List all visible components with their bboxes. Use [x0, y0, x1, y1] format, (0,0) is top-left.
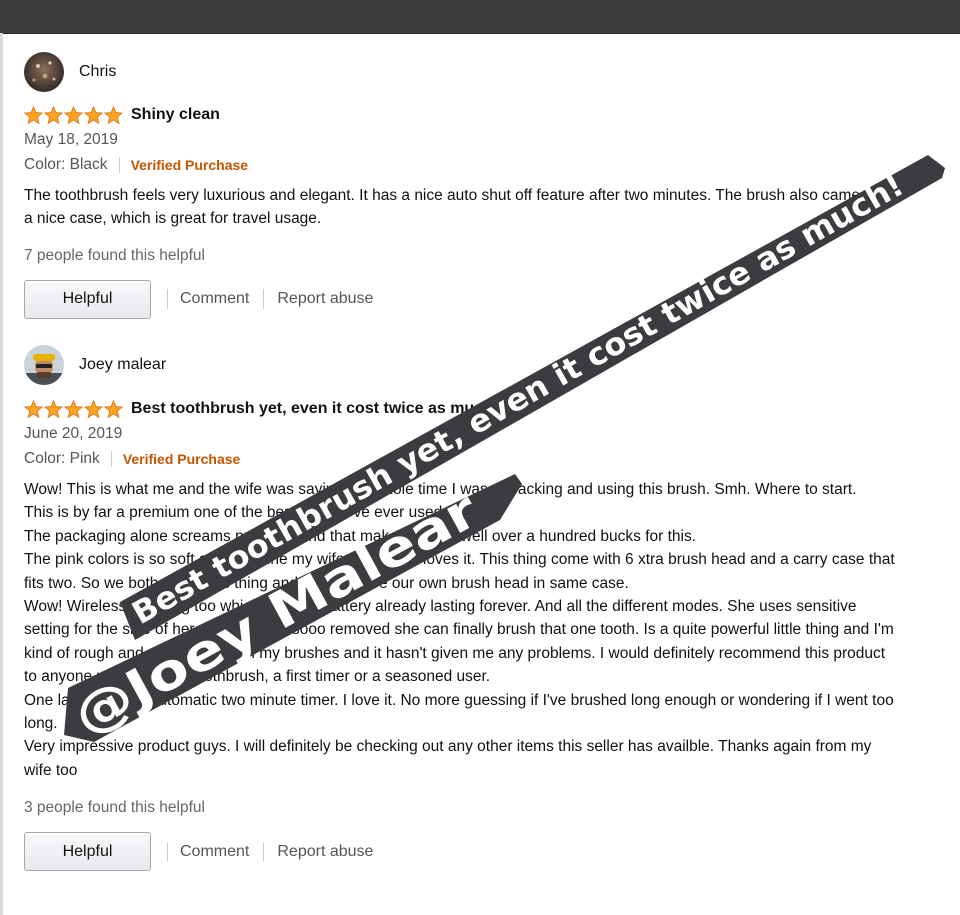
review-paragraph: Very impressive product guys. I will def…	[24, 738, 872, 779]
star-icon	[44, 105, 63, 124]
review-card: Chris Shiny clean May 18, 2019 Color: Bl…	[24, 52, 924, 319]
avatar-photo-icon[interactable]	[24, 52, 64, 92]
verified-purchase-badge: Verified Purchase	[122, 451, 241, 467]
star-icon	[64, 105, 83, 124]
review-date: June 20, 2019	[24, 425, 123, 442]
helpful-button[interactable]: Helpful	[24, 279, 151, 319]
verified-purchase-badge: Verified Purchase	[130, 157, 249, 173]
review-body: The toothbrush feels very luxurious and …	[24, 184, 899, 231]
review-paragraph: The packaging alone screams premium and …	[24, 527, 697, 545]
report-abuse-link[interactable]: Report abuse	[277, 843, 373, 861]
reviewer-name[interactable]: Joey malear	[79, 356, 166, 374]
divider	[118, 157, 120, 173]
review-paragraph: Wow! This is what me and the wife was sa…	[24, 481, 857, 498]
review-paragraph: Wow! Wireless charging too which I love …	[24, 598, 894, 686]
divider	[167, 289, 168, 310]
divider	[263, 841, 265, 862]
helpful-button[interactable]: Helpful	[24, 832, 151, 872]
star-icon	[64, 399, 83, 418]
star-rating[interactable]	[24, 399, 123, 419]
review-paragraph: This is by far a premium one of the best…	[24, 504, 447, 522]
star-icon	[24, 399, 43, 418]
star-icon	[84, 399, 103, 418]
review-date: May 18, 2019	[24, 131, 118, 148]
review-body: Wow! This is what me and the wife was sa…	[24, 478, 899, 782]
helpful-count: 7 people found this helpful	[24, 246, 205, 264]
divider	[167, 841, 168, 862]
star-rating[interactable]	[24, 105, 123, 125]
top-bar	[0, 0, 960, 34]
comment-link[interactable]: Comment	[180, 290, 249, 308]
divider	[110, 451, 112, 467]
review-paragraph: The toothbrush feels very luxurious and …	[24, 187, 892, 228]
reviewer-profile[interactable]: Joey malear	[24, 345, 924, 385]
star-icon	[44, 399, 63, 418]
review-title[interactable]: Shiny clean	[131, 106, 220, 124]
star-icon	[84, 105, 103, 124]
star-icon	[24, 105, 43, 124]
star-icon	[104, 105, 123, 124]
report-abuse-link[interactable]: Report abuse	[277, 290, 373, 308]
left-border	[0, 33, 3, 915]
divider	[263, 289, 265, 310]
product-variant[interactable]: Color: Black	[24, 156, 108, 174]
review-title[interactable]: Best toothbrush yet, even it cost twice …	[131, 400, 498, 418]
product-variant[interactable]: Color: Pink	[24, 450, 100, 468]
reviewer-profile[interactable]: Chris	[24, 52, 924, 92]
star-icon	[104, 399, 123, 418]
avatar-photo-icon[interactable]	[24, 345, 64, 385]
review-paragraph: One last thing the automatic two minute …	[24, 691, 894, 733]
review-paragraph: The pink colors is so soft and feminine …	[24, 551, 895, 592]
comment-link[interactable]: Comment	[180, 843, 249, 861]
helpful-count: 3 people found this helpful	[24, 799, 205, 817]
reviewer-name[interactable]: Chris	[79, 63, 116, 81]
review-card: Joey malear Best toothbrush yet, even it…	[24, 345, 924, 872]
